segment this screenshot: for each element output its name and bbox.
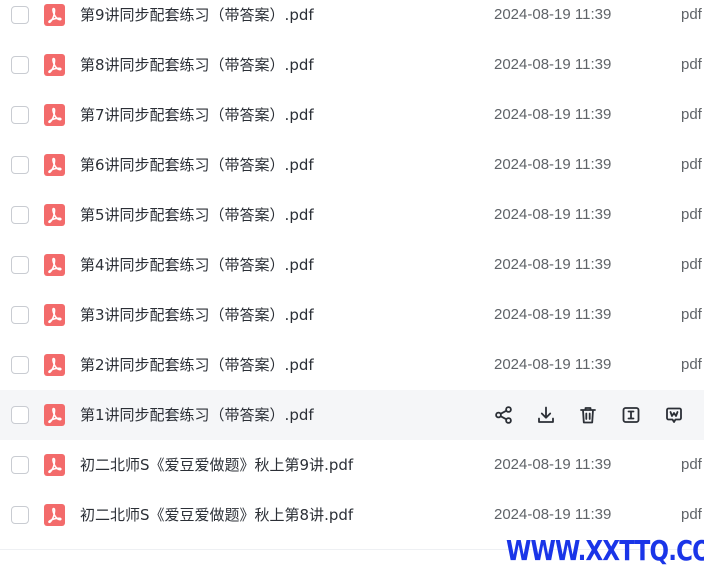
file-row[interactable]: 第4讲同步配套练习（带答案）.pdf 2024-08-19 11:39 pdf [0,240,704,290]
pdf-file-icon [44,54,65,76]
file-date: 2024-08-19 11:39 [494,306,612,323]
pdf-file-icon [44,104,65,126]
row-checkbox[interactable] [11,456,29,474]
download-icon[interactable] [536,405,556,425]
file-row[interactable]: 第6讲同步配套练习（带答案）.pdf 2024-08-19 11:39 pdf [0,140,704,190]
file-row[interactable]: 第9讲同步配套练习（带答案）.pdf 2024-08-19 11:39 pdf [0,0,704,40]
file-row[interactable]: 第2讲同步配套练习（带答案）.pdf 2024-08-19 11:39 pdf [0,340,704,390]
file-name[interactable]: 第2讲同步配套练习（带答案）.pdf [80,355,314,375]
file-date: 2024-08-19 11:39 [494,156,612,173]
file-date: 2024-08-19 11:39 [494,256,612,273]
pdf-file-icon [44,154,65,176]
row-checkbox[interactable] [11,406,29,424]
file-row[interactable]: 第3讲同步配套练习（带答案）.pdf 2024-08-19 11:39 pdf [0,290,704,340]
file-name[interactable]: 第8讲同步配套练习（带答案）.pdf [80,55,314,75]
file-row[interactable]: 初二北师S《爱豆爱做题》秋上第8讲.pdf 2024-08-19 11:39 p… [0,490,704,540]
file-name[interactable]: 第1讲同步配套练习（带答案）.pdf [80,405,314,425]
file-name[interactable]: 第3讲同步配套练习（带答案）.pdf [80,305,314,325]
file-date: 2024-08-19 11:39 [494,6,612,23]
file-row[interactable]: 初二北师S《爱豆爱做题》秋上第9讲.pdf 2024-08-19 11:39 p… [0,440,704,490]
row-checkbox[interactable] [11,156,29,174]
row-checkbox[interactable] [11,6,29,24]
delete-icon[interactable] [578,405,598,425]
pdf-file-icon [44,204,65,226]
row-checkbox[interactable] [11,356,29,374]
row-checkbox[interactable] [11,56,29,74]
watermark: WWW.XXTTQ.COM [506,534,704,567]
pdf-file-icon [44,404,65,426]
file-date: 2024-08-19 11:39 [494,456,612,473]
row-checkbox[interactable] [11,506,29,524]
file-date: 2024-08-19 11:39 [494,356,612,373]
file-name[interactable]: 第7讲同步配套练习（带答案）.pdf [80,105,314,125]
file-name[interactable]: 初二北师S《爱豆爱做题》秋上第9讲.pdf [80,455,353,475]
file-type: pdf [681,456,702,473]
file-date: 2024-08-19 11:39 [494,506,612,523]
file-type: pdf [681,206,702,223]
file-row[interactable]: 第8讲同步配套练习（带答案）.pdf 2024-08-19 11:39 pdf [0,40,704,90]
file-type: pdf [681,306,702,323]
pdf-file-icon [44,454,65,476]
file-row-hovered[interactable]: 第1讲同步配套练习（带答案）.pdf [0,390,704,440]
file-name[interactable]: 第5讲同步配套练习（带答案）.pdf [80,205,314,225]
rename-icon[interactable] [621,405,641,425]
pdf-file-icon [44,354,65,376]
file-name[interactable]: 第4讲同步配套练习（带答案）.pdf [80,255,314,275]
more-icon[interactable] [664,405,684,425]
file-date: 2024-08-19 11:39 [494,56,612,73]
file-name[interactable]: 第9讲同步配套练习（带答案）.pdf [80,5,314,25]
file-name[interactable]: 初二北师S《爱豆爱做题》秋上第8讲.pdf [80,505,353,525]
file-type: pdf [681,6,702,23]
file-date: 2024-08-19 11:39 [494,106,612,123]
pdf-file-icon [44,304,65,326]
file-row[interactable]: 第5讲同步配套练习（带答案）.pdf 2024-08-19 11:39 pdf [0,190,704,240]
row-checkbox[interactable] [11,256,29,274]
row-checkbox[interactable] [11,206,29,224]
file-type: pdf [681,356,702,373]
file-type: pdf [681,56,702,73]
file-type: pdf [681,506,702,523]
pdf-file-icon [44,504,65,526]
file-name[interactable]: 第6讲同步配套练习（带答案）.pdf [80,155,314,175]
file-date: 2024-08-19 11:39 [494,206,612,223]
share-icon[interactable] [494,405,514,425]
row-checkbox[interactable] [11,306,29,324]
pdf-file-icon [44,4,65,26]
file-type: pdf [681,106,702,123]
row-checkbox[interactable] [11,106,29,124]
file-type: pdf [681,256,702,273]
pdf-file-icon [44,254,65,276]
file-row[interactable]: 第7讲同步配套练习（带答案）.pdf 2024-08-19 11:39 pdf [0,90,704,140]
file-type: pdf [681,156,702,173]
